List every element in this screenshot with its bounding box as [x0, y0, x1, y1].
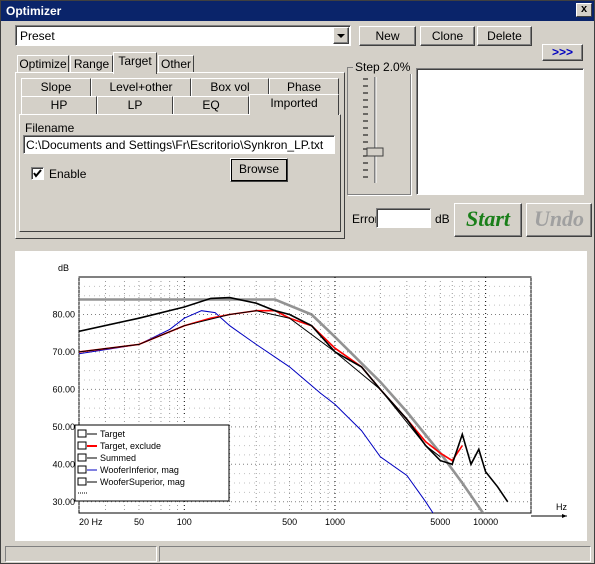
check-icon	[33, 169, 42, 178]
status-segment-2	[159, 546, 591, 562]
legend-swatch	[77, 429, 87, 438]
x-tick-label: 100	[177, 517, 192, 527]
step-label: Step 2.0%	[353, 60, 413, 74]
chart-area: 30.00 40.00 50.00 60.00 70.00 80.00 20 Hz 50 100…	[15, 251, 587, 541]
x-axis-label: Hz	[556, 502, 567, 512]
legend-label: Target	[100, 429, 126, 439]
tab-eq[interactable]: EQ	[173, 96, 249, 114]
legend-box	[74, 424, 230, 502]
start-button[interactable]: Start	[454, 203, 522, 237]
title-bar: Optimizer x	[1, 1, 594, 21]
tab-slope[interactable]: Slope	[21, 78, 91, 96]
optimizer-window: Optimizer x Preset New Clone Delete >>> …	[0, 0, 595, 564]
preset-dropdown-button[interactable]	[333, 27, 349, 44]
x-tick-label: 500	[282, 517, 297, 527]
legend-label: WooferSuperior, mag	[100, 477, 185, 487]
tab-level-other[interactable]: Level+other	[91, 78, 191, 96]
filename-value: C:\Documents and Settings\Fr\Escritorio\…	[26, 138, 324, 152]
error-label: Error	[352, 212, 379, 226]
tab-lp[interactable]: LP	[97, 96, 173, 114]
tab-imported[interactable]: Imported	[249, 94, 339, 115]
y-tick-label: 50.00	[52, 422, 75, 432]
close-button[interactable]: x	[576, 3, 592, 17]
enable-label: Enable	[49, 167, 87, 181]
preset-select[interactable]: Preset	[15, 25, 351, 46]
tab-target[interactable]: Target	[113, 52, 157, 74]
y-tick-label: 60.00	[52, 384, 75, 394]
delete-button[interactable]: Delete	[477, 26, 532, 46]
close-icon: x	[580, 3, 588, 15]
log-box	[416, 68, 584, 195]
browse-button[interactable]: Browse	[230, 158, 288, 182]
filename-field[interactable]: C:\Documents and Settings\Fr\Escritorio\…	[23, 135, 335, 154]
response-chart: 30.00 40.00 50.00 60.00 70.00 80.00 20 Hz 50 100…	[52, 263, 567, 527]
x-tick-label: 50	[134, 517, 144, 527]
x-axis-arrowhead	[562, 514, 567, 518]
y-tick-label: 70.00	[52, 347, 75, 357]
legend-label: Target, exclude	[100, 441, 161, 451]
new-button[interactable]: New	[359, 26, 416, 46]
tab-optimize[interactable]: Optimize	[17, 55, 69, 73]
legend-label: WooferInferior, mag	[100, 465, 179, 475]
legend-label: Summed	[100, 453, 136, 463]
preset-value: Preset	[20, 29, 55, 43]
legend-swatch	[77, 453, 87, 462]
tab-range[interactable]: Range	[70, 55, 113, 73]
status-segment-1	[5, 546, 157, 562]
y-tick-label: 80.00	[52, 309, 75, 319]
tab-hp[interactable]: HP	[21, 96, 97, 114]
x-tick-label: 20 Hz	[79, 517, 103, 527]
legend-swatch	[77, 441, 87, 450]
slider-track	[363, 77, 384, 183]
y-axis-label: dB	[58, 263, 69, 273]
undo-button[interactable]: Undo	[526, 203, 592, 237]
error-field[interactable]	[376, 208, 431, 228]
x-tick-label: 5000	[430, 517, 450, 527]
y-tick-label: 40.00	[52, 459, 75, 469]
clone-button[interactable]: Clone	[420, 26, 475, 46]
chevron-down-icon	[337, 34, 345, 38]
slider-thumb[interactable]	[366, 147, 384, 157]
error-unit: dB	[435, 212, 450, 226]
expand-button[interactable]: >>>	[542, 44, 583, 61]
legend-swatch	[77, 465, 87, 474]
legend-swatch	[77, 477, 87, 486]
tab-other[interactable]: Other	[158, 55, 194, 73]
window-title: Optimizer	[6, 4, 62, 18]
enable-checkbox[interactable]	[31, 167, 44, 180]
step-slider[interactable]	[361, 75, 389, 185]
filename-label: Filename	[25, 121, 75, 135]
y-tick-label: 30.00	[52, 497, 75, 507]
x-tick-label: 10000	[473, 517, 498, 527]
x-tick-label: 1000	[325, 517, 345, 527]
